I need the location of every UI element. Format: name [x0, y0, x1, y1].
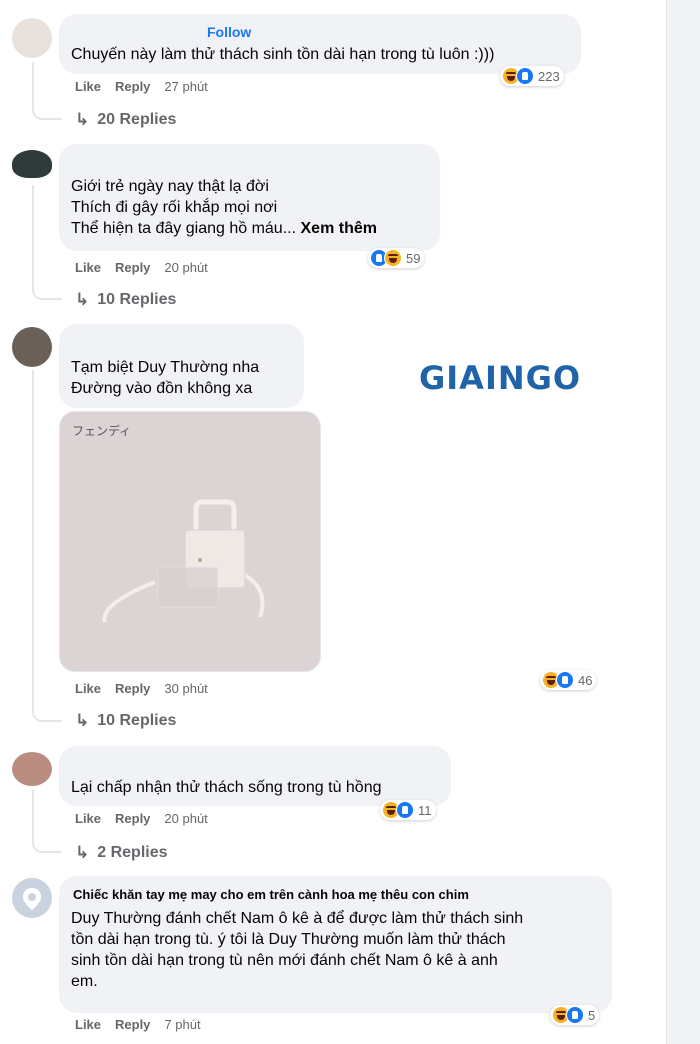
comment-text: Đường vào đồn không xa	[71, 380, 253, 397]
replies-count: 2 Replies	[97, 844, 168, 861]
timestamp[interactable]: 20 phút	[164, 811, 207, 826]
replies-count: 10 Replies	[97, 291, 177, 308]
reaction-summary[interactable]: 46	[540, 670, 597, 690]
comment-text: sinh tồn dài hạn trong tù nên mới đánh c…	[71, 952, 498, 969]
like-icon	[566, 1006, 584, 1024]
reply-arrow-icon: ↳	[75, 843, 90, 862]
comment-bubble: Lại chấp nhận thử thách sống trong tù hồ…	[59, 746, 451, 806]
reaction-count: 5	[588, 1007, 596, 1023]
like-button[interactable]: Like	[75, 79, 101, 94]
reaction-summary[interactable]: 223	[500, 66, 564, 86]
watermark-logo: GIAINGO	[419, 359, 582, 397]
comment-text: Chuyến này làm thử thách sinh tồn dài hạ…	[71, 46, 495, 63]
reply-button[interactable]: Reply	[115, 681, 150, 696]
timestamp[interactable]: 20 phút	[164, 260, 207, 275]
comment-actions: Like Reply 30 phút	[75, 681, 208, 696]
like-button[interactable]: Like	[75, 260, 101, 275]
reply-button[interactable]: Reply	[115, 811, 150, 826]
avatar[interactable]	[12, 18, 52, 58]
right-sidebar	[666, 0, 700, 1044]
like-button[interactable]: Like	[75, 1017, 101, 1032]
thread-connector	[32, 790, 62, 853]
like-icon	[556, 671, 574, 689]
comment-bubble: Tạm biệt Duy Thường nha Đường vào đồn kh…	[59, 324, 304, 408]
reply-arrow-icon: ↳	[75, 711, 90, 730]
comment-text: Lại chấp nhận thử thách sống trong tù hồ…	[71, 779, 382, 796]
like-icon	[396, 801, 414, 819]
view-replies-link[interactable]: ↳ 10 Replies	[75, 711, 176, 731]
comment-bubble: Chiếc khăn tay mẹ may cho em trên cành h…	[59, 876, 612, 1013]
handbag-image	[102, 499, 265, 623]
reaction-count: 59	[406, 250, 421, 266]
thread-connector	[32, 185, 62, 300]
view-replies-link[interactable]: ↳ 10 Replies	[75, 290, 176, 310]
reaction-summary[interactable]: 59	[368, 248, 425, 268]
reply-arrow-icon: ↳	[75, 290, 90, 309]
avatar[interactable]	[12, 150, 52, 178]
see-more-link[interactable]: Xem thêm	[301, 220, 377, 237]
reply-arrow-icon: ↳	[75, 110, 90, 129]
timestamp[interactable]: 30 phút	[164, 681, 207, 696]
commenter-name[interactable]: Chiếc khăn tay mẹ may cho em trên cành h…	[73, 884, 469, 905]
like-button[interactable]: Like	[75, 811, 101, 826]
comment-bubble: Chuyến này làm thử thách sinh tồn dài hạ…	[59, 14, 581, 74]
view-replies-link[interactable]: ↳ 2 Replies	[75, 843, 168, 863]
comment-bubble: Giới trẻ ngày nay thật lạ đời Thích đi g…	[59, 144, 440, 251]
replies-count: 20 Replies	[97, 111, 177, 128]
reply-button[interactable]: Reply	[115, 79, 150, 94]
view-replies-link[interactable]: ↳ 20 Replies	[75, 110, 176, 130]
comment-text: em.	[71, 973, 98, 990]
thread-connector	[32, 62, 62, 120]
comment-text: Duy Thường đánh chết Nam ô kê à để được …	[71, 910, 524, 927]
comment-image[interactable]: フェンディ	[59, 411, 321, 672]
comment-text: Thể hiện ta đây giang hồ máu...	[71, 220, 297, 237]
follow-button[interactable]: Follow	[207, 24, 251, 40]
location-pin-icon	[23, 888, 41, 910]
comment-actions: Like Reply 20 phút	[75, 260, 208, 275]
comment-text: Giới trẻ ngày nay thật lạ đời	[71, 178, 269, 195]
reaction-count: 223	[538, 68, 560, 84]
avatar[interactable]	[12, 752, 52, 786]
replies-count: 10 Replies	[97, 712, 177, 729]
comment-actions: Like Reply 7 phút	[75, 1017, 201, 1032]
timestamp[interactable]: 7 phút	[164, 1017, 200, 1032]
avatar[interactable]	[12, 327, 52, 367]
reply-button[interactable]: Reply	[115, 1017, 150, 1032]
timestamp[interactable]: 27 phút	[164, 79, 207, 94]
comment-actions: Like Reply 27 phút	[75, 79, 208, 94]
reaction-count: 11	[418, 802, 432, 818]
reply-button[interactable]: Reply	[115, 260, 150, 275]
comment-text: Thích đi gây rối khắp mọi nơi	[71, 199, 278, 216]
comment-text: tồn dài hạn trong tù. ý tôi là Duy Thườn…	[71, 931, 506, 948]
reaction-summary[interactable]: 5	[550, 1005, 600, 1025]
comment-actions: Like Reply 20 phút	[75, 811, 208, 826]
like-button[interactable]: Like	[75, 681, 101, 696]
comment-text: Tạm biệt Duy Thường nha	[71, 359, 260, 376]
haha-icon	[384, 249, 402, 267]
avatar[interactable]	[12, 878, 52, 918]
like-icon	[516, 67, 534, 85]
reaction-count: 46	[578, 672, 593, 688]
thread-connector	[32, 370, 62, 722]
reaction-summary[interactable]: 11	[380, 800, 436, 820]
